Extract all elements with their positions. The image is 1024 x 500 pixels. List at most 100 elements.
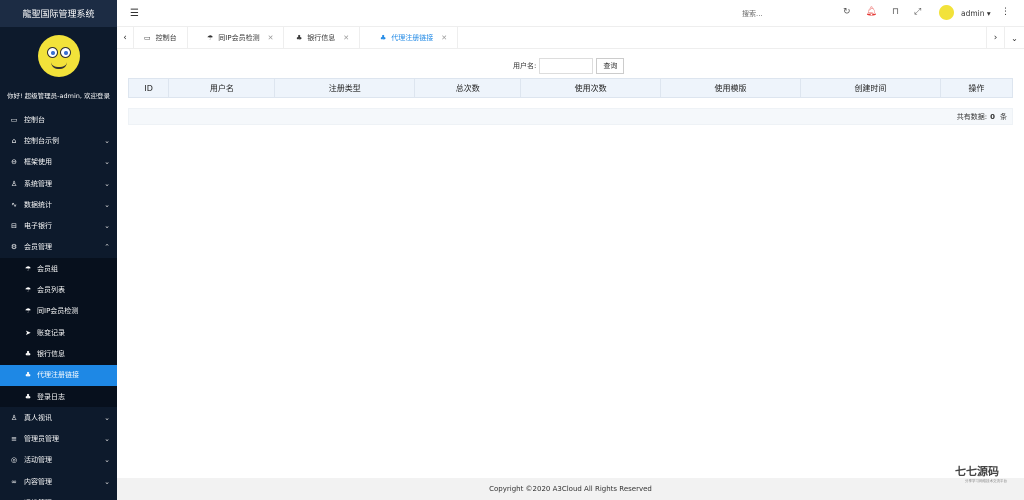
sidebar-item-label: 管理员管理 bbox=[24, 435, 59, 444]
chevron-down-icon: ⌄ bbox=[104, 413, 110, 422]
network-icon: ♣ bbox=[24, 392, 32, 401]
tab[interactable]: ▭ 控制台 bbox=[134, 27, 188, 49]
tab-label: 银行信息 bbox=[307, 34, 336, 42]
chevron-right-icon[interactable]: › bbox=[986, 27, 1004, 49]
sidebar-item[interactable]: ▭运维管理⌄ bbox=[0, 492, 117, 500]
tab[interactable]: ♣ 银行信息 ✕ bbox=[286, 27, 361, 49]
sidebar-subitem-label: 同IP会员检测 bbox=[37, 307, 79, 316]
sidebar-item[interactable]: ≡ 管理员管理 ⌄ bbox=[0, 428, 117, 449]
sidebar-item[interactable]: ⊖ 框架使用 ⌄ bbox=[0, 152, 117, 173]
shield-icon: ⊖ bbox=[11, 158, 17, 167]
sidebar-subitem[interactable]: ♣ 代理注册链接 bbox=[0, 364, 117, 386]
refresh-icon[interactable]: ↻ bbox=[843, 7, 851, 17]
tab[interactable]: ☂ 同IP会员检测 ✕ bbox=[197, 27, 285, 49]
target-icon: ◎ bbox=[10, 456, 18, 465]
table-header-row: ID 用户名 注册类型 总次数 使用次数 使用模版 创建时间 操作 bbox=[127, 78, 1014, 98]
chevron-down-icon: ⌄ bbox=[104, 222, 110, 231]
sidebar-item-label: 内容管理 bbox=[24, 477, 52, 486]
tab-label: 控制台 bbox=[155, 34, 177, 42]
sidebar-item-label: 框架使用 bbox=[24, 158, 52, 167]
chevron-down-icon: ⌄ bbox=[104, 136, 110, 145]
bell-icon[interactable]: 🔔︎ bbox=[866, 7, 877, 17]
column-header[interactable]: 注册类型 bbox=[274, 78, 416, 98]
network-icon: ♣ bbox=[380, 34, 387, 42]
watermark-logo: 七七源码 分享学习网络技术交流平台 bbox=[955, 463, 1007, 484]
gear-icon: ⚙ bbox=[10, 243, 18, 252]
sidebar-item[interactable]: ▭ 控制台 bbox=[0, 109, 117, 130]
column-header[interactable]: 用户名 bbox=[168, 78, 276, 98]
column-header[interactable]: 创建时间 bbox=[800, 78, 941, 98]
app-title: 龍聖国际管理系统 bbox=[0, 0, 117, 27]
close-icon[interactable]: ✕ bbox=[268, 34, 274, 42]
sidebar-subitem-label: 银行信息 bbox=[37, 349, 65, 358]
sidebar-item-label: 电子银行 bbox=[24, 222, 52, 231]
home-icon: ⌂ bbox=[11, 136, 17, 145]
username-input[interactable] bbox=[539, 58, 594, 74]
footer: Copyright ©2020 A3Cloud All Rights Reser… bbox=[117, 478, 1024, 500]
sidebar-item[interactable]: ♙ 真人视讯 ⌄ bbox=[0, 407, 117, 428]
network-icon: ♣ bbox=[24, 349, 32, 358]
column-header[interactable]: 操作 bbox=[939, 78, 1014, 98]
sidebar-subitem[interactable]: ☂ 会员组 bbox=[0, 258, 117, 280]
tab[interactable]: ♣ 代理注册链接 ✕ bbox=[370, 27, 459, 49]
caret-down-icon: ▾ bbox=[986, 9, 991, 18]
umbrella-icon: ☂ bbox=[24, 264, 32, 273]
chevron-down-icon: ⌄ bbox=[104, 158, 110, 167]
sidebar-subitem[interactable]: ➤ 账变记录 bbox=[0, 321, 117, 344]
column-header[interactable]: 总次数 bbox=[414, 78, 522, 98]
list-icon: ≡ bbox=[11, 435, 17, 444]
column-header[interactable]: 使用次数 bbox=[520, 78, 662, 98]
lock-icon[interactable]: ⊓ bbox=[892, 7, 899, 17]
topbar-icons: ↻ 🔔︎ ⊓ ⤢ bbox=[843, 7, 921, 17]
monitor-icon: ▭ bbox=[10, 115, 18, 124]
network-icon: ♣ bbox=[296, 34, 303, 42]
sidebar-item[interactable]: ∿ 数据统计 ⌄ bbox=[0, 194, 117, 215]
search-input[interactable]: 搜索... bbox=[742, 9, 763, 19]
close-icon[interactable]: ✕ bbox=[441, 34, 447, 42]
sidebar-item[interactable]: ⚙ 会员管理 ⌃ bbox=[0, 237, 117, 258]
column-header[interactable]: 使用模版 bbox=[660, 78, 801, 98]
avatar[interactable] bbox=[37, 35, 80, 77]
sidebar-subitem[interactable]: ♣ 银行信息 bbox=[0, 343, 117, 365]
query-button[interactable]: 查询 bbox=[596, 58, 625, 74]
data-table: ID 用户名 注册类型 总次数 使用次数 使用模版 创建时间 操作 bbox=[127, 78, 1014, 98]
pulse-icon: ∿ bbox=[11, 200, 17, 209]
close-icon[interactable]: ✕ bbox=[343, 34, 349, 42]
total-count: 0 bbox=[990, 112, 995, 121]
avatar-eye-icon bbox=[59, 47, 71, 58]
table-footer: 共有数据: 0 条 bbox=[128, 108, 1013, 125]
bank-icon: ⊟ bbox=[11, 222, 17, 231]
sidebar-item-label: 系统管理 bbox=[24, 179, 52, 188]
sidebar-subitem[interactable]: ☂ 同IP会员检测 bbox=[0, 300, 117, 322]
topbar: ☰ 搜索... ↻ 🔔︎ ⊓ ⤢ admin ▾ ⋮ bbox=[117, 0, 1024, 27]
chevron-down-icon: ⌄ bbox=[104, 456, 110, 465]
watermark-title: 七七源码 bbox=[955, 465, 999, 478]
sidebar-item[interactable]: ♙ 系统管理 ⌄ bbox=[0, 173, 117, 194]
chevron-down-icon: ⌄ bbox=[104, 477, 110, 486]
users-icon: ♙ bbox=[10, 413, 18, 422]
menu-toggle-icon[interactable]: ☰ bbox=[130, 8, 139, 19]
user-menu[interactable]: admin ▾ bbox=[961, 9, 991, 18]
sidebar-item-label: 控制台 bbox=[24, 115, 45, 124]
total-unit: 条 bbox=[1000, 112, 1007, 121]
fullscreen-icon[interactable]: ⤢ bbox=[914, 7, 921, 17]
sidebar-item[interactable]: ∞ 内容管理 ⌄ bbox=[0, 471, 117, 492]
sidebar-subitem[interactable]: ♣ 登录日志 bbox=[0, 385, 117, 408]
column-header[interactable]: ID bbox=[127, 78, 170, 98]
chevron-left-icon[interactable]: ‹ bbox=[117, 27, 134, 49]
sidebar: 龍聖国际管理系统 你好! 超级管理员-admin, 欢迎登录 ▭ 控制台 ⌂ 控制台示… bbox=[0, 0, 117, 500]
user-avatar[interactable] bbox=[939, 5, 954, 20]
more-vertical-icon[interactable]: ⋮ bbox=[1001, 7, 1010, 17]
sidebar-item[interactable]: ◎ 活动管理 ⌄ bbox=[0, 450, 117, 471]
network-icon: ♣ bbox=[24, 371, 32, 380]
chevron-down-icon: ⌄ bbox=[104, 200, 110, 209]
chevron-down-icon: ⌄ bbox=[104, 179, 110, 188]
sidebar-item[interactable]: ⌂ 控制台示例 ⌄ bbox=[0, 130, 117, 151]
chain-icon: ∞ bbox=[11, 477, 17, 486]
chevron-down-icon[interactable]: ⌄ bbox=[1004, 27, 1024, 49]
sidebar-subitem-label: 会员列表 bbox=[37, 286, 65, 295]
tabbar: ‹ ▭ 控制台 ☂ 同IP会员检测 ✕ ♣ 银行信息 ✕ ♣ 代理注册链接 ✕ › ⌄ bbox=[117, 27, 1024, 49]
sidebar-subitem[interactable]: ☂ 会员列表 bbox=[0, 279, 117, 301]
sidebar-item[interactable]: ⊟ 电子银行 ⌄ bbox=[0, 215, 117, 236]
avatar-wrap bbox=[0, 27, 117, 77]
